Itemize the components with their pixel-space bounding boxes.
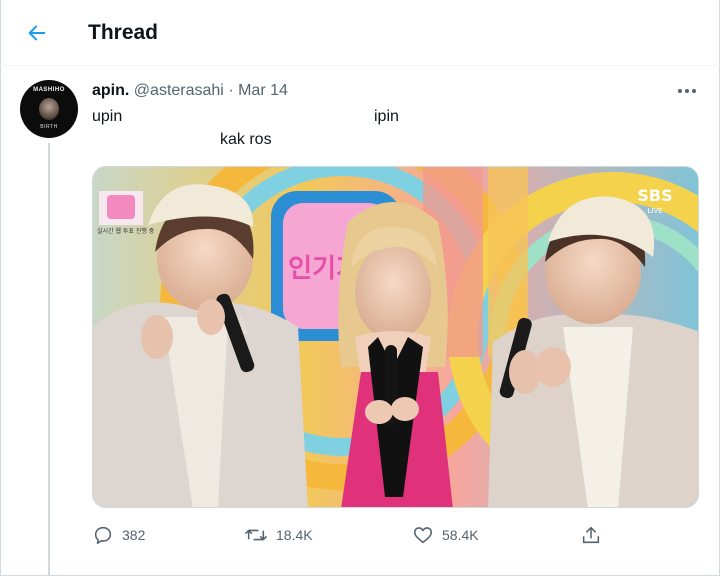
reply-count: 382 — [122, 527, 146, 543]
tweet-text-upin: upin — [92, 108, 123, 125]
back-arrow-icon — [28, 25, 46, 41]
tweet-text-kak-ros: kak ros — [220, 131, 272, 148]
back-button[interactable] — [22, 18, 52, 48]
more-options-button[interactable] — [672, 80, 702, 102]
tweet-media-image[interactable]: 인기가요 실시간 웹 투표 진행 중 SBS LIVE 인기가요 — [92, 166, 699, 508]
avatar-top-text: MASHIHO — [33, 87, 65, 93]
like-count: 58.4K — [442, 527, 479, 543]
page-title: Thread — [88, 21, 159, 44]
tweet-date[interactable]: Mar 14 — [238, 82, 288, 99]
separator-dot: · — [228, 82, 234, 99]
author-handle[interactable]: @asterasahi — [134, 82, 224, 99]
heart-icon — [413, 527, 433, 544]
tweet-author-row: apin. @asterasahi · Mar 14 — [92, 82, 288, 100]
retweet-icon — [245, 529, 267, 541]
tweet-actions-bar: 382 18.4K 58.4K — [92, 520, 612, 550]
author-name[interactable]: apin. — [92, 82, 129, 99]
thread-header: Thread — [0, 0, 720, 66]
more-dots-icon — [678, 89, 696, 93]
like-button[interactable]: 58.4K — [412, 520, 479, 550]
sbs-live-text: LIVE — [647, 207, 662, 215]
tweet-text-ipin: ipin — [374, 108, 399, 125]
sbs-logo-text: SBS — [637, 186, 672, 205]
media-scene: 인기가요 실시간 웹 투표 진행 중 SBS LIVE 인기가요 — [93, 167, 698, 507]
thread-connector-line — [48, 143, 50, 576]
avatar[interactable]: MASHIHO BIRTH — [20, 80, 78, 138]
retweet-button[interactable]: 18.4K — [244, 520, 313, 550]
share-button[interactable] — [580, 520, 610, 550]
inset-caption: 실시간 웹 투표 진행 중 — [97, 227, 155, 235]
share-icon — [582, 526, 600, 544]
avatar-portrait — [39, 98, 59, 120]
reply-button[interactable]: 382 — [92, 520, 145, 550]
retweet-count: 18.4K — [276, 527, 313, 543]
reply-icon — [94, 526, 112, 545]
avatar-bottom-text: BIRTH — [40, 124, 58, 130]
